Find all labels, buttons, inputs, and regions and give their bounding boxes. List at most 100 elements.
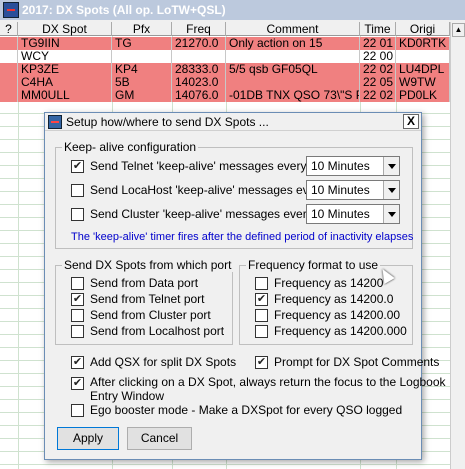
grid-scrollbar[interactable]: ▲ (450, 22, 465, 469)
table-row[interactable]: WCY 22 00 (0, 50, 450, 63)
checkbox-label: Send from Data port (90, 276, 199, 290)
keepalive-localhost-select[interactable]: 10 Minutes (306, 180, 400, 200)
keepalive-cluster-checkbox[interactable]: Send Cluster 'keep-alive' messages every (71, 207, 313, 221)
table-cell: 22 01 (360, 37, 396, 50)
table-row[interactable]: C4HA 5B 14023.0 22 05 W9TW (0, 76, 450, 89)
table-cell: 22 00 (360, 50, 396, 63)
cancel-button[interactable]: Cancel (127, 427, 192, 450)
col-header-flag[interactable]: ? (0, 22, 18, 36)
checkbox-box[interactable]: ✔ (71, 292, 84, 306)
table-cell (0, 89, 18, 102)
table-row[interactable]: TG9IIN TG 21270.0 Only action on 15 22 01 KD0… (0, 37, 450, 50)
checkbox-box[interactable]: ✔ (71, 159, 84, 173)
freq-format-3-checkbox[interactable]: Frequency as 14200.000 (255, 324, 407, 338)
table-cell (226, 50, 360, 63)
table-cell (0, 76, 18, 89)
col-header-dx-spot[interactable]: DX Spot (18, 22, 112, 36)
checkbox-box[interactable] (71, 324, 84, 338)
col-header-origin[interactable]: Origi (396, 22, 450, 36)
checkbox-label: Send from Localhost port (90, 324, 225, 338)
checkbox-label: Frequency as 14200.0 (274, 292, 394, 306)
freq-format-2-checkbox[interactable]: Frequency as 14200.00 (255, 308, 400, 322)
table-row[interactable]: KP3ZE KP4 28333.0 5/5 qsb GF05QL 22 02 LU4DPL (0, 63, 450, 76)
keepalive-cluster-select[interactable]: 10 Minutes (306, 204, 400, 224)
table-cell: PD0LK (396, 89, 450, 102)
table-cell: 22 05 (360, 76, 396, 89)
port-cluster-checkbox[interactable]: Send from Cluster port (71, 308, 211, 322)
freq-format-0-checkbox[interactable]: Frequency as 14200 (255, 276, 383, 290)
col-header-freq[interactable]: Freq (172, 22, 226, 36)
col-header-pfx[interactable]: Pfx (112, 22, 172, 36)
freq-format-1-checkbox[interactable]: ✔ Frequency as 14200.0 (255, 292, 393, 306)
port-telnet-checkbox[interactable]: ✔ Send from Telnet port (71, 292, 205, 306)
checkbox-label: Send Telnet 'keep-alive' messages every (90, 159, 307, 173)
apply-button[interactable]: Apply (57, 427, 119, 450)
close-icon[interactable]: X (403, 114, 419, 129)
select-value: 10 Minutes (311, 159, 370, 173)
table-cell: 21270.0 (172, 37, 226, 50)
dialog-app-icon (48, 114, 62, 129)
scroll-up-icon[interactable]: ▲ (452, 23, 465, 37)
checkbox-box[interactable]: ✔ (255, 355, 268, 369)
checkbox-label: Send Cluster 'keep-alive' messages every (90, 207, 313, 221)
table-cell: 22 02 (360, 89, 396, 102)
port-data-checkbox[interactable]: Send from Data port (71, 276, 198, 290)
table-cell: W9TW (396, 76, 450, 89)
checkbox-box[interactable]: ✔ (71, 377, 84, 390)
dx-spots-window: 2017: DX Spots (All op. LoTW+QSL) ? DX S… (0, 0, 465, 469)
table-cell: 28333.0 (172, 63, 226, 76)
table-cell (112, 50, 172, 63)
table-cell: 22 02 (360, 63, 396, 76)
checkbox-box[interactable] (71, 308, 84, 322)
table-cell: Only action on 15 (226, 37, 360, 50)
checkbox-box[interactable] (255, 308, 268, 322)
checkbox-box[interactable] (71, 183, 84, 197)
checkbox-label: Add QSX for split DX Spots (90, 355, 237, 369)
chevron-down-icon[interactable] (383, 205, 399, 223)
select-value: 10 Minutes (311, 207, 370, 221)
focus-line-1: After clicking on a DX Spot, always retu… (90, 375, 446, 389)
chevron-down-icon[interactable] (383, 181, 399, 199)
checkbox-box[interactable]: ✔ (255, 292, 268, 306)
port-localhost-checkbox[interactable]: Send from Localhost port (71, 324, 224, 338)
keepalive-localhost-checkbox[interactable]: Send LocaHost 'keep-alive' messages ever… (71, 183, 325, 197)
ego-booster-checkbox[interactable]: Ego booster mode - Make a DXSpot for eve… (71, 403, 402, 417)
checkbox-box[interactable] (255, 276, 268, 290)
table-cell (226, 76, 360, 89)
grid-header: ? DX Spot Pfx Freq Comment Time Origi (0, 22, 450, 36)
col-header-time[interactable]: Time (360, 22, 396, 36)
chevron-down-icon[interactable] (383, 157, 399, 175)
checkbox-label: Frequency as 14200.000 (274, 324, 407, 338)
table-cell: C4HA (18, 76, 112, 89)
table-cell: TG (112, 37, 172, 50)
checkbox-label: Frequency as 14200 (274, 276, 384, 290)
table-cell: GM (112, 89, 172, 102)
checkbox-box[interactable]: ✔ (71, 355, 84, 369)
checkbox-box[interactable] (71, 207, 84, 221)
checkbox-label: Ego booster mode - Make a DXSpot for eve… (90, 403, 403, 417)
table-cell (172, 50, 226, 63)
table-row[interactable]: MM0ULL GM 14076.0 -01DB TNX QSO 73\"S P 22 0… (0, 89, 450, 102)
table-cell (0, 37, 18, 50)
checkbox-box[interactable] (255, 324, 268, 338)
table-cell (396, 50, 450, 63)
keepalive-telnet-select[interactable]: 10 Minutes (306, 156, 400, 176)
col-header-comment[interactable]: Comment (226, 22, 360, 36)
keepalive-telnet-checkbox[interactable]: ✔ Send Telnet 'keep-alive' messages every (71, 159, 306, 173)
dialog-title-bar: Setup how/where to send DX Spots ... X (45, 113, 421, 131)
prompt-comments-checkbox[interactable]: ✔ Prompt for DX Spot Comments (255, 355, 439, 369)
title-bar: 2017: DX Spots (All op. LoTW+QSL) (0, 0, 465, 20)
port-group: Send DX Spots from which port Send from … (55, 258, 234, 345)
table-cell (0, 63, 18, 76)
table-cell: 5/5 qsb GF05QL (226, 63, 360, 76)
checkbox-box[interactable] (71, 276, 84, 290)
checkbox-label: Send from Cluster port (90, 308, 211, 322)
checkbox-label: Send from Telnet port (90, 292, 205, 306)
table-cell: 14023.0 (172, 76, 226, 89)
checkbox-box[interactable] (71, 403, 84, 417)
keepalive-note: The 'keep-alive' timer fires after the d… (71, 231, 414, 243)
return-focus-checkbox[interactable]: ✔ After clicking on a DX Spot, always ret… (71, 375, 446, 403)
freq-format-group-label: Frequency format to use (246, 258, 381, 272)
port-group-label: Send DX Spots from which port (62, 258, 234, 272)
add-qsx-checkbox[interactable]: ✔ Add QSX for split DX Spots (71, 355, 236, 369)
